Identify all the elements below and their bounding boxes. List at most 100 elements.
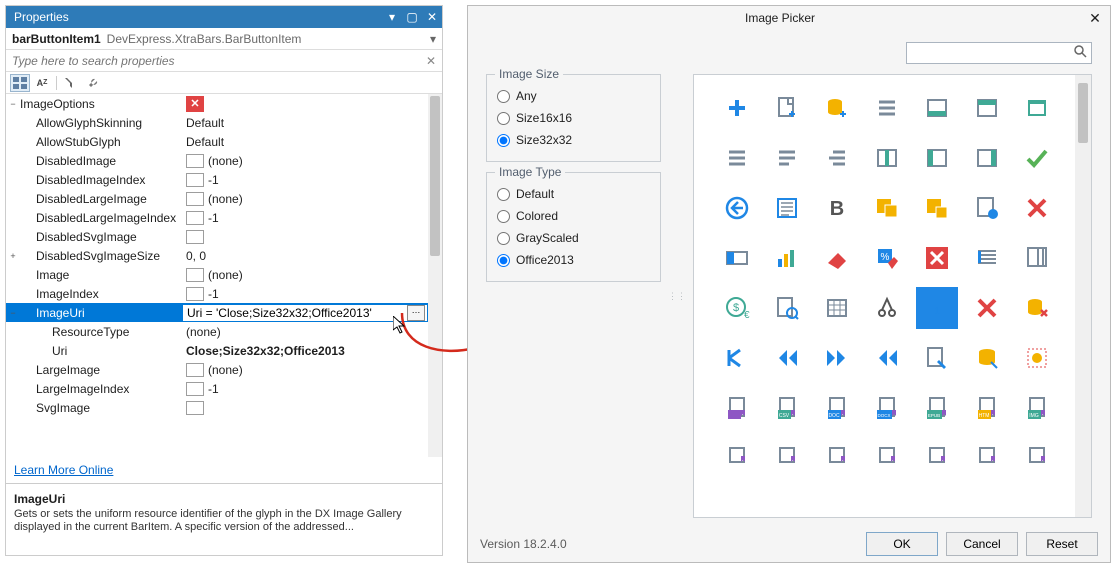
checkbox-icon[interactable] — [186, 401, 204, 415]
radio-input[interactable] — [497, 112, 510, 125]
image-item[interactable] — [866, 337, 908, 379]
image-item[interactable] — [816, 287, 858, 329]
checkbox-icon[interactable] — [186, 173, 204, 187]
close-icon[interactable]: ✕ — [1086, 9, 1104, 27]
picker-search-input[interactable] — [911, 46, 1074, 60]
image-item[interactable]: CSV — [766, 387, 808, 429]
property-value-cell[interactable]: -1 — [182, 173, 428, 187]
property-row[interactable]: DisabledLargeImage(none) — [6, 189, 428, 208]
property-value-cell[interactable]: (none) — [182, 154, 428, 168]
checkbox-icon[interactable] — [186, 268, 204, 282]
image-item[interactable] — [966, 87, 1008, 129]
property-row[interactable]: SvgImage — [6, 398, 428, 417]
ellipsis-button[interactable]: … — [407, 305, 425, 321]
property-row[interactable]: −ImageUriUri = 'Close;Size32x32;Office20… — [6, 303, 428, 322]
image-item[interactable] — [716, 337, 758, 379]
ok-button[interactable]: OK — [866, 532, 938, 556]
object-selector[interactable]: barButtonItem1 DevExpress.XtraBars.BarBu… — [6, 28, 442, 50]
image-item[interactable]: DOCX — [866, 387, 908, 429]
radio-input[interactable] — [497, 134, 510, 147]
splitter[interactable]: ⋮⋮ — [673, 74, 681, 518]
expander-icon[interactable]: − — [6, 99, 20, 109]
checkbox-icon[interactable] — [186, 287, 204, 301]
image-item[interactable] — [716, 237, 758, 279]
image-item[interactable] — [1016, 237, 1058, 279]
image-item[interactable]: DOC — [816, 387, 858, 429]
property-row[interactable]: AllowStubGlyphDefault — [6, 132, 428, 151]
property-value-cell[interactable]: (none) — [182, 363, 428, 377]
image-item[interactable] — [766, 287, 808, 329]
image-item[interactable] — [916, 137, 958, 179]
image-item[interactable]: % — [866, 237, 908, 279]
image-item[interactable] — [766, 87, 808, 129]
image-item[interactable] — [1016, 287, 1058, 329]
image-item[interactable]: 1 — [916, 287, 958, 329]
checkbox-icon[interactable] — [186, 382, 204, 396]
cancel-button[interactable]: Cancel — [946, 532, 1018, 556]
checkbox-icon[interactable] — [186, 211, 204, 225]
property-value-cell[interactable]: 0, 0 — [182, 249, 428, 263]
image-item[interactable] — [916, 87, 958, 129]
property-value-cell[interactable]: Default — [182, 116, 428, 130]
image-item[interactable] — [766, 137, 808, 179]
learn-more-link[interactable]: Learn More Online — [14, 463, 113, 477]
radio-option[interactable]: Size16x16 — [497, 107, 650, 129]
image-item[interactable] — [1016, 187, 1058, 229]
checkbox-icon[interactable] — [186, 154, 204, 168]
reset-button[interactable]: Reset — [1026, 532, 1098, 556]
image-item[interactable] — [916, 337, 958, 379]
wrench-button[interactable] — [83, 74, 103, 92]
property-row[interactable]: LargeImage(none) — [6, 360, 428, 379]
categorize-button[interactable] — [10, 74, 30, 92]
image-item[interactable] — [716, 137, 758, 179]
property-row[interactable]: DisabledLargeImageIndex-1 — [6, 208, 428, 227]
chevron-down-icon[interactable]: ▾ — [420, 32, 436, 46]
image-item[interactable] — [866, 287, 908, 329]
alphabetical-button[interactable]: AZ — [32, 74, 52, 92]
image-item[interactable] — [766, 237, 808, 279]
expander-icon[interactable]: + — [6, 251, 20, 261]
property-value-cell[interactable] — [182, 401, 428, 415]
image-item[interactable] — [866, 187, 908, 229]
close-icon[interactable]: ✕ — [422, 6, 442, 28]
image-item[interactable] — [866, 137, 908, 179]
image-item[interactable] — [866, 437, 908, 479]
property-value-cell[interactable]: -1 — [182, 211, 428, 225]
image-item[interactable]: EPUB — [916, 387, 958, 429]
property-row[interactable]: LargeImageIndex-1 — [6, 379, 428, 398]
image-item[interactable] — [966, 437, 1008, 479]
property-value-cell[interactable]: (none) — [182, 192, 428, 206]
image-item[interactable] — [816, 237, 858, 279]
property-value-cell[interactable]: Default — [182, 135, 428, 149]
checkbox-icon[interactable] — [186, 230, 204, 244]
scrollbar-vertical[interactable] — [1075, 75, 1091, 517]
clear-search-icon[interactable]: ✕ — [426, 54, 436, 68]
radio-option[interactable]: Size32x32 — [497, 129, 650, 151]
radio-input[interactable] — [497, 188, 510, 201]
image-item[interactable] — [966, 137, 1008, 179]
image-item[interactable] — [716, 437, 758, 479]
image-item[interactable] — [716, 87, 758, 129]
property-row[interactable]: DisabledSvgImage — [6, 227, 428, 246]
image-item[interactable]: B — [816, 187, 858, 229]
search-icon[interactable] — [1074, 45, 1087, 61]
checkbox-icon[interactable] — [186, 363, 204, 377]
expander-icon[interactable]: − — [6, 308, 20, 318]
image-item[interactable] — [716, 187, 758, 229]
image-item[interactable]: $€ — [716, 287, 758, 329]
property-value-cell[interactable]: (none) — [182, 325, 428, 339]
image-item[interactable] — [866, 87, 908, 129]
image-item[interactable] — [816, 337, 858, 379]
property-value-cell[interactable]: -1 — [182, 382, 428, 396]
property-value-cell[interactable]: -1 — [182, 287, 428, 301]
image-item[interactable] — [716, 387, 758, 429]
property-row[interactable]: −ImageOptions✕ — [6, 94, 428, 113]
image-item[interactable] — [1016, 437, 1058, 479]
property-search-input[interactable] — [12, 54, 426, 68]
image-item[interactable] — [916, 237, 958, 279]
radio-input[interactable] — [497, 90, 510, 103]
image-item[interactable] — [916, 187, 958, 229]
property-value-cell[interactable]: Close;Size32x32;Office2013 — [182, 344, 428, 358]
radio-option[interactable]: Default — [497, 183, 650, 205]
scrollbar-thumb[interactable] — [1078, 83, 1088, 143]
